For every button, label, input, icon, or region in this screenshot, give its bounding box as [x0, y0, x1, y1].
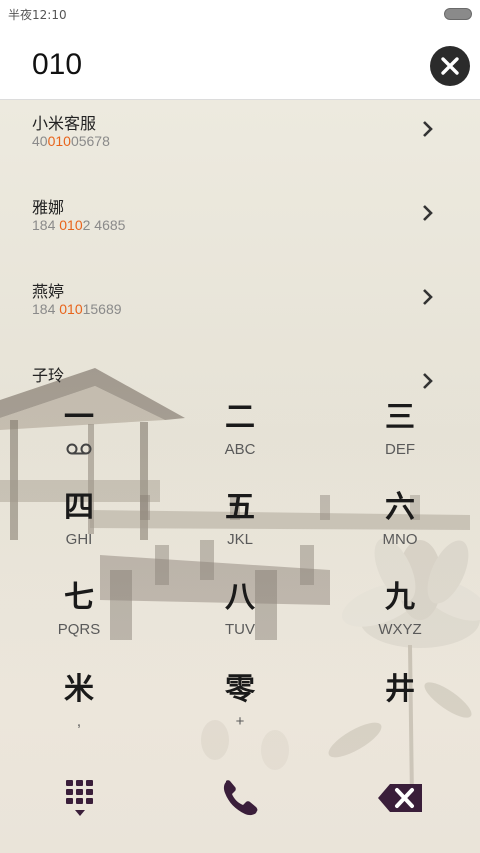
chevron-right-icon [423, 121, 433, 137]
clear-number-button[interactable] [430, 46, 470, 86]
key-8[interactable]: 八 TUV [185, 580, 295, 660]
contact-name: 小米客服 [32, 114, 97, 133]
key-7-letters: PQRS [57, 621, 101, 638]
key-0-glyph: 零 [225, 672, 255, 707]
key-0[interactable]: 零 + [185, 672, 295, 752]
chevron-right-icon [423, 289, 433, 305]
key-2[interactable]: 二 ABC [185, 400, 295, 480]
key-3-glyph: 三 [385, 400, 415, 435]
key-6[interactable]: 六 MNO [345, 490, 455, 570]
key-6-glyph: 六 [385, 490, 415, 525]
key-4-letters: GHI [65, 531, 93, 548]
dial-header: 010 [0, 28, 480, 100]
chevron-right-icon [423, 205, 433, 221]
key-9-letters: WXYZ [378, 621, 422, 638]
contact-number: 4001005678 [32, 133, 110, 149]
dialpad-toggle-button[interactable] [52, 770, 108, 826]
key-0-sub: + [235, 713, 245, 730]
key-3-letters: DEF [385, 441, 415, 458]
backspace-icon [378, 784, 422, 812]
contact-row[interactable]: 燕婷 184 01015689 [0, 268, 480, 352]
chevron-right-icon [423, 373, 433, 389]
call-button[interactable] [212, 770, 268, 826]
key-2-glyph: 二 [225, 400, 255, 435]
key-1[interactable]: 一 [24, 400, 134, 480]
status-time: 半夜12:10 [8, 8, 67, 22]
contact-name: 燕婷 [32, 282, 65, 301]
key-5-letters: JKL [227, 531, 253, 548]
key-8-glyph: 八 [225, 580, 255, 615]
phone-icon [223, 780, 258, 816]
contact-number: 184 01015689 [32, 301, 122, 317]
contact-name: 雅娜 [32, 198, 65, 217]
contact-number: 184 0102 4685 [32, 217, 126, 233]
key-star-sub: , [76, 713, 82, 730]
key-2-letters: ABC [224, 441, 256, 458]
key-star-glyph: 米 [64, 672, 94, 707]
key-star[interactable]: 米 , [24, 672, 134, 752]
dialed-number: 010 [32, 48, 83, 81]
key-8-letters: TUV [225, 621, 255, 638]
contact-row[interactable]: 小米客服 4001005678 [0, 100, 480, 184]
key-1-glyph: 一 [64, 400, 94, 435]
dialpad-icon [66, 780, 93, 816]
voicemail-icon [66, 443, 92, 455]
battery-icon [444, 8, 472, 20]
contact-name: 子玲 [32, 366, 65, 385]
key-3[interactable]: 三 DEF [345, 400, 455, 480]
key-4-glyph: 四 [64, 490, 94, 525]
close-icon [441, 57, 459, 75]
key-hash-glyph: 井 [385, 672, 415, 707]
backspace-button[interactable] [372, 770, 428, 826]
main-area: 小米客服 4001005678 雅娜 184 0102 4685 燕婷 184 … [0, 100, 480, 853]
key-hash[interactable]: 井 [345, 672, 455, 752]
key-5[interactable]: 五 JKL [185, 490, 295, 570]
key-9[interactable]: 九 WXYZ [345, 580, 455, 660]
key-6-letters: MNO [382, 531, 418, 548]
key-7-glyph: 七 [64, 580, 94, 615]
key-4[interactable]: 四 GHI [24, 490, 134, 570]
status-bar: 半夜12:10 [0, 0, 480, 28]
key-5-glyph: 五 [225, 490, 255, 525]
contact-row[interactable]: 雅娜 184 0102 4685 [0, 184, 480, 268]
key-9-glyph: 九 [385, 580, 415, 615]
key-7[interactable]: 七 PQRS [24, 580, 134, 660]
